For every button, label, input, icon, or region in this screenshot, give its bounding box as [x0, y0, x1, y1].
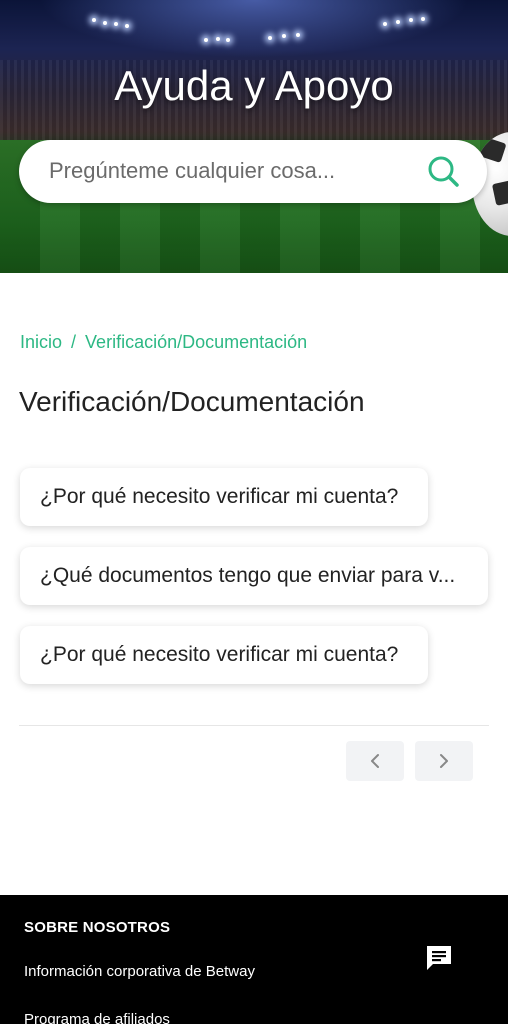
- stadium-light: [92, 18, 96, 22]
- stadium-light: [216, 37, 220, 41]
- page-title: Verificación/Documentación: [19, 386, 365, 417]
- article-card[interactable]: ¿Qué documentos tengo que enviar para v.…: [20, 547, 488, 605]
- breadcrumb-current-link[interactable]: Verificación/Documentación: [85, 332, 307, 352]
- section-divider: [19, 725, 489, 726]
- breadcrumb-home-link[interactable]: Inicio: [20, 332, 62, 352]
- footer-heading: SOBRE NOSOTROS: [24, 919, 171, 936]
- chat-icon[interactable]: [424, 943, 454, 973]
- page-header-title: Ayuda y Apoyo: [114, 62, 394, 109]
- breadcrumb-separator: /: [71, 332, 77, 352]
- breadcrumb: Inicio / Verificación/Documentación: [20, 332, 307, 353]
- search-input[interactable]: [49, 154, 409, 188]
- stadium-light: [204, 38, 208, 42]
- chevron-left-icon: [371, 754, 379, 768]
- stadium-light: [421, 17, 425, 21]
- footer: SOBRE NOSOTROS Información corporativa d…: [0, 895, 508, 1028]
- stadium-light: [409, 18, 413, 22]
- footer-link-affiliates[interactable]: Programa de afiliados: [24, 1011, 170, 1028]
- stadium-light: [114, 22, 118, 26]
- hero-banner: Ayuda y Apoyo: [0, 0, 508, 273]
- article-card[interactable]: ¿Por qué necesito verificar mi cuenta?: [20, 468, 428, 526]
- stadium-light: [296, 33, 300, 37]
- chevron-right-icon: [440, 754, 448, 768]
- stadium-light: [268, 36, 272, 40]
- article-card[interactable]: ¿Por qué necesito verificar mi cuenta?: [20, 626, 428, 684]
- search-bar[interactable]: [19, 140, 487, 203]
- stadium-light: [103, 21, 107, 25]
- stadium-light: [282, 34, 286, 38]
- stadium-light: [125, 24, 129, 28]
- footer-link-corporate-info[interactable]: Información corporativa de Betway: [24, 963, 255, 980]
- stadium-light: [383, 22, 387, 26]
- stadium-light: [396, 20, 400, 24]
- pagination-next-button[interactable]: [415, 741, 473, 781]
- pagination-prev-button[interactable]: [346, 741, 404, 781]
- stadium-light: [226, 38, 230, 42]
- search-icon[interactable]: [424, 152, 464, 192]
